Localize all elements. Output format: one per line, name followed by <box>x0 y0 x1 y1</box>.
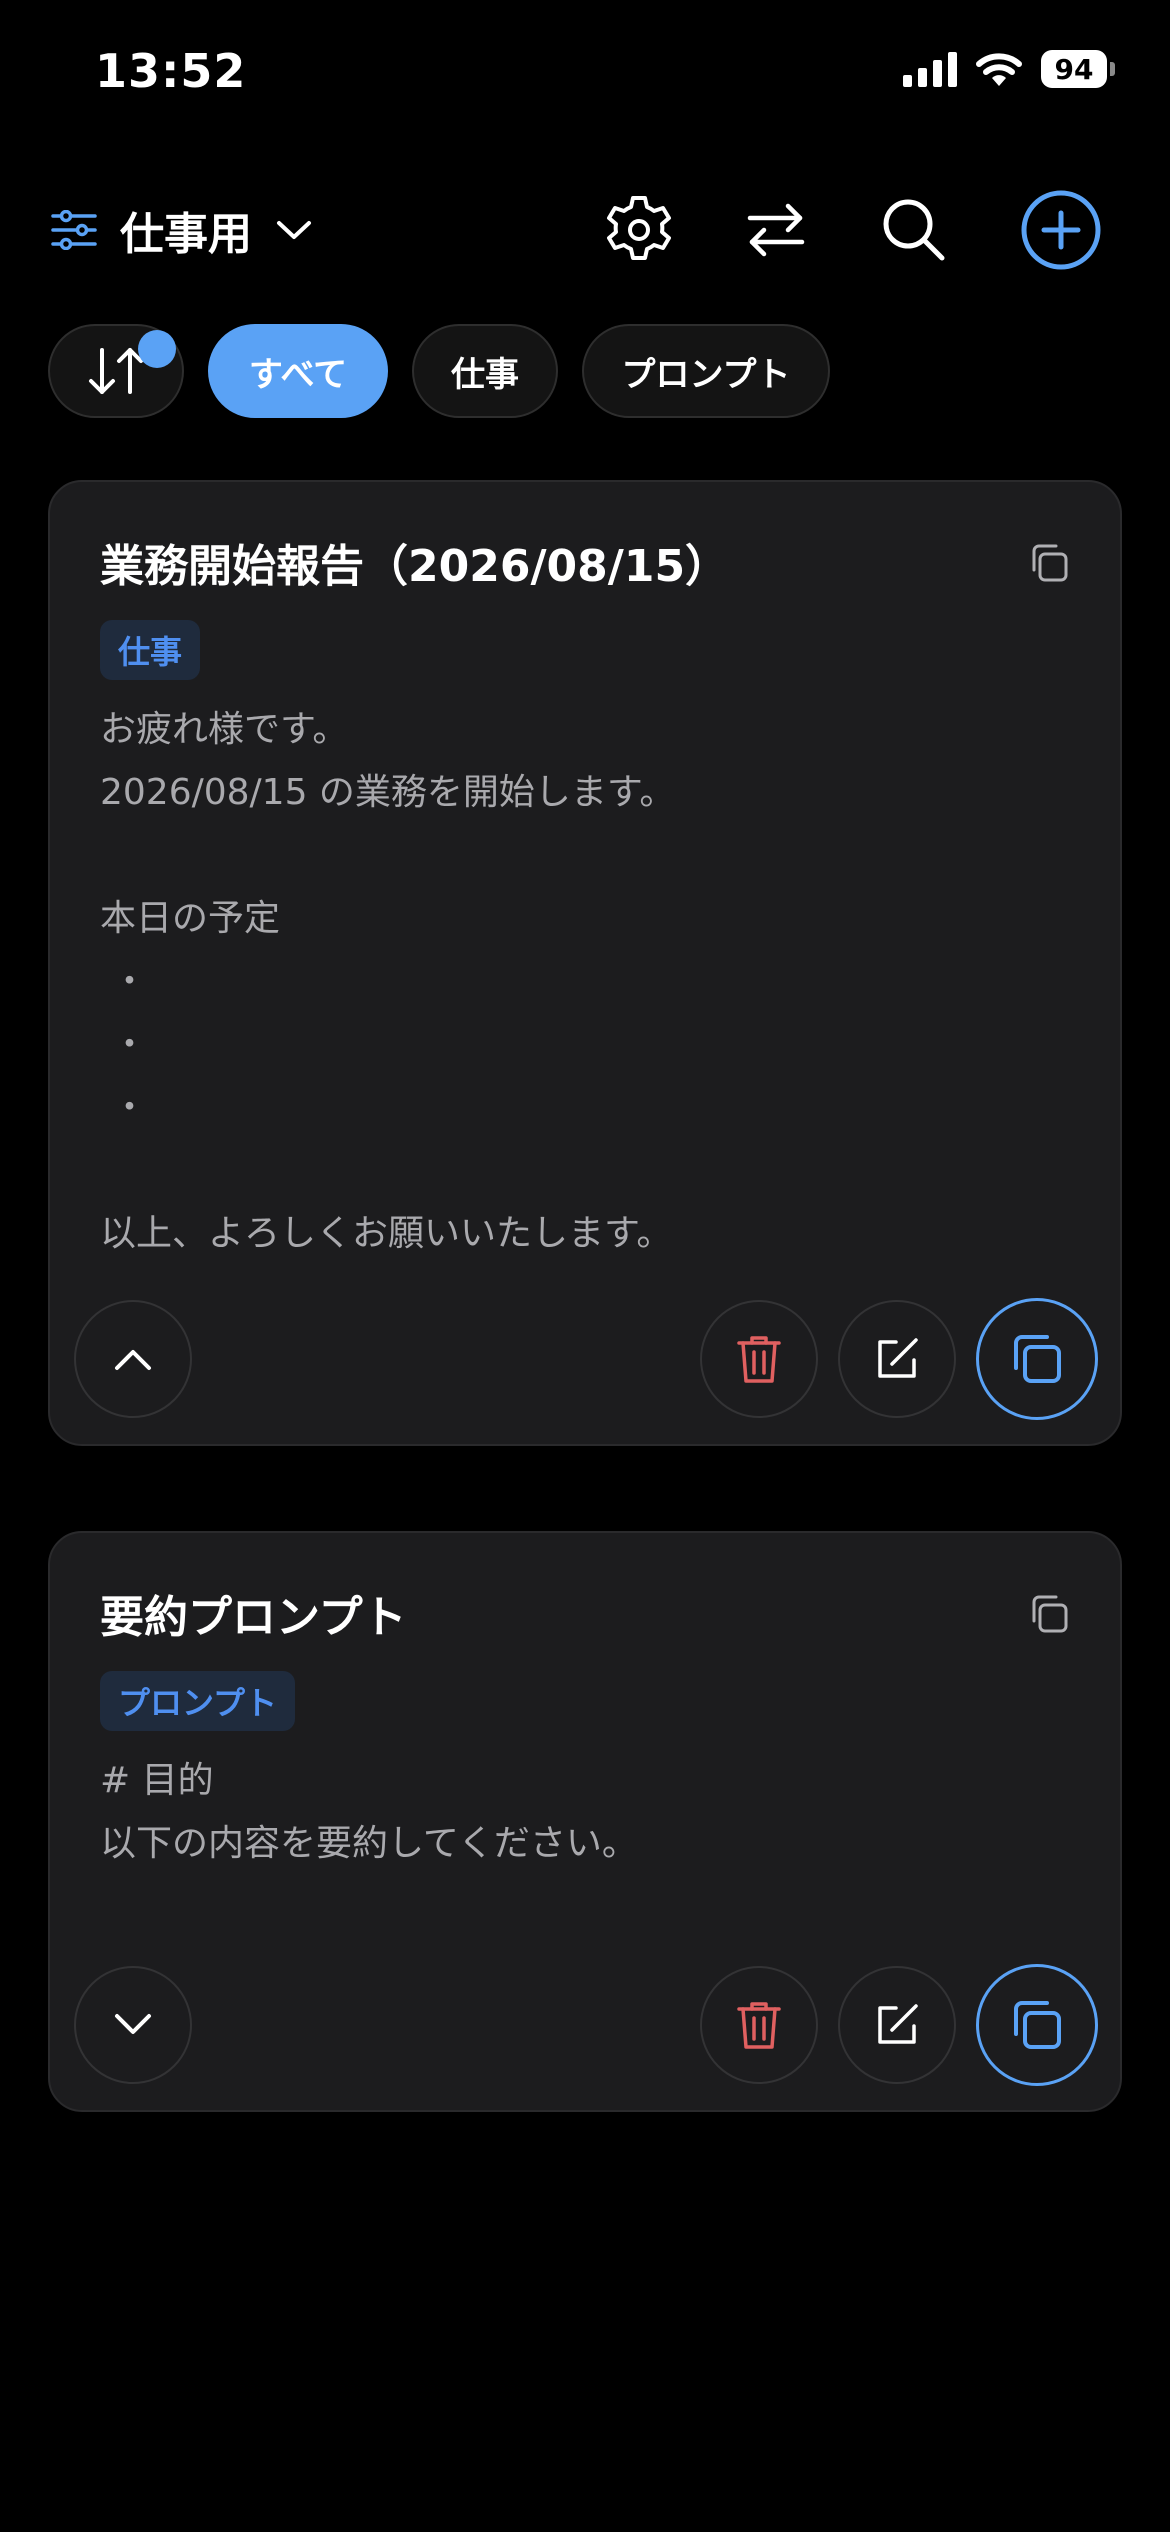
header: 仕事用 <box>0 180 1170 280</box>
card-actions <box>74 1298 1098 1422</box>
expand-button[interactable] <box>74 1966 192 2084</box>
battery-icon: 94 <box>1041 50 1115 88</box>
sort-icon <box>89 348 143 394</box>
card-body: お疲れ様です。 2026/08/15 の業務を開始します。 本日の予定 ・ ・ … <box>100 709 676 1254</box>
search-button[interactable] <box>876 192 952 268</box>
profile-name: 仕事用 <box>120 209 252 260</box>
edit-button[interactable] <box>838 1966 956 2084</box>
profile-selector[interactable]: 仕事用 <box>50 192 314 268</box>
snippet-card: 要約プロンプト プロンプト # 目的 以下の内容を要約してください。 <box>48 1531 1122 2112</box>
sliders-icon <box>51 210 97 250</box>
sort-indicator-dot <box>138 330 176 368</box>
collapse-button[interactable] <box>74 1300 192 1418</box>
quick-copy-button[interactable] <box>1024 538 1074 588</box>
plus-circle-icon <box>1021 190 1101 270</box>
delete-button[interactable] <box>700 1300 818 1418</box>
battery-level: 94 <box>1041 50 1107 88</box>
card-title: 業務開始報告（2026/08/15） <box>100 541 730 592</box>
gear-icon <box>607 196 671 260</box>
copy-icon <box>1014 2001 1061 2049</box>
swap-icon <box>747 203 805 257</box>
card-body: # 目的 以下の内容を要約してください。 <box>100 1760 638 1864</box>
filter-bar: すべて 仕事 プロンプト <box>48 323 830 419</box>
trash-icon <box>737 2002 781 2049</box>
card-tag[interactable]: プロンプト <box>100 1671 296 1731</box>
delete-button[interactable] <box>700 1966 818 2084</box>
card-tag[interactable]: 仕事 <box>100 620 201 680</box>
chevron-down-icon <box>277 221 311 239</box>
copy-icon <box>1014 1335 1061 1383</box>
copy-button[interactable] <box>976 1964 1098 2086</box>
chevron-up-icon <box>115 1350 151 1370</box>
card-actions <box>74 1964 1098 2088</box>
chevron-down-icon <box>115 2014 151 2034</box>
status-bar: 13:52 94 <box>0 0 1170 150</box>
quick-copy-button[interactable] <box>1024 1589 1074 1639</box>
sort-button[interactable] <box>48 324 184 418</box>
copy-icon <box>1032 1595 1068 1633</box>
status-time: 13:52 <box>95 44 247 98</box>
copy-button[interactable] <box>976 1298 1098 1420</box>
status-icons: 94 <box>903 50 1115 88</box>
copy-icon <box>1032 544 1068 582</box>
filter-chip-prompt[interactable]: プロンプト <box>582 324 830 418</box>
snippet-card: 業務開始報告（2026/08/15） 仕事 お疲れ様です。 2026/08/15… <box>48 480 1122 1446</box>
signal-icon <box>903 51 957 87</box>
swap-button[interactable] <box>738 192 814 268</box>
edit-button[interactable] <box>838 1300 956 1418</box>
card-title: 要約プロンプト <box>100 1592 407 1643</box>
filter-chip-work[interactable]: 仕事 <box>412 324 558 418</box>
wifi-icon <box>976 53 1022 86</box>
trash-icon <box>737 1336 781 1383</box>
search-icon <box>883 199 945 261</box>
settings-button[interactable] <box>601 192 677 268</box>
edit-icon <box>878 1338 918 1378</box>
add-button[interactable] <box>1020 189 1102 271</box>
edit-icon <box>878 2004 918 2044</box>
filter-chip-all[interactable]: すべて <box>208 324 388 418</box>
